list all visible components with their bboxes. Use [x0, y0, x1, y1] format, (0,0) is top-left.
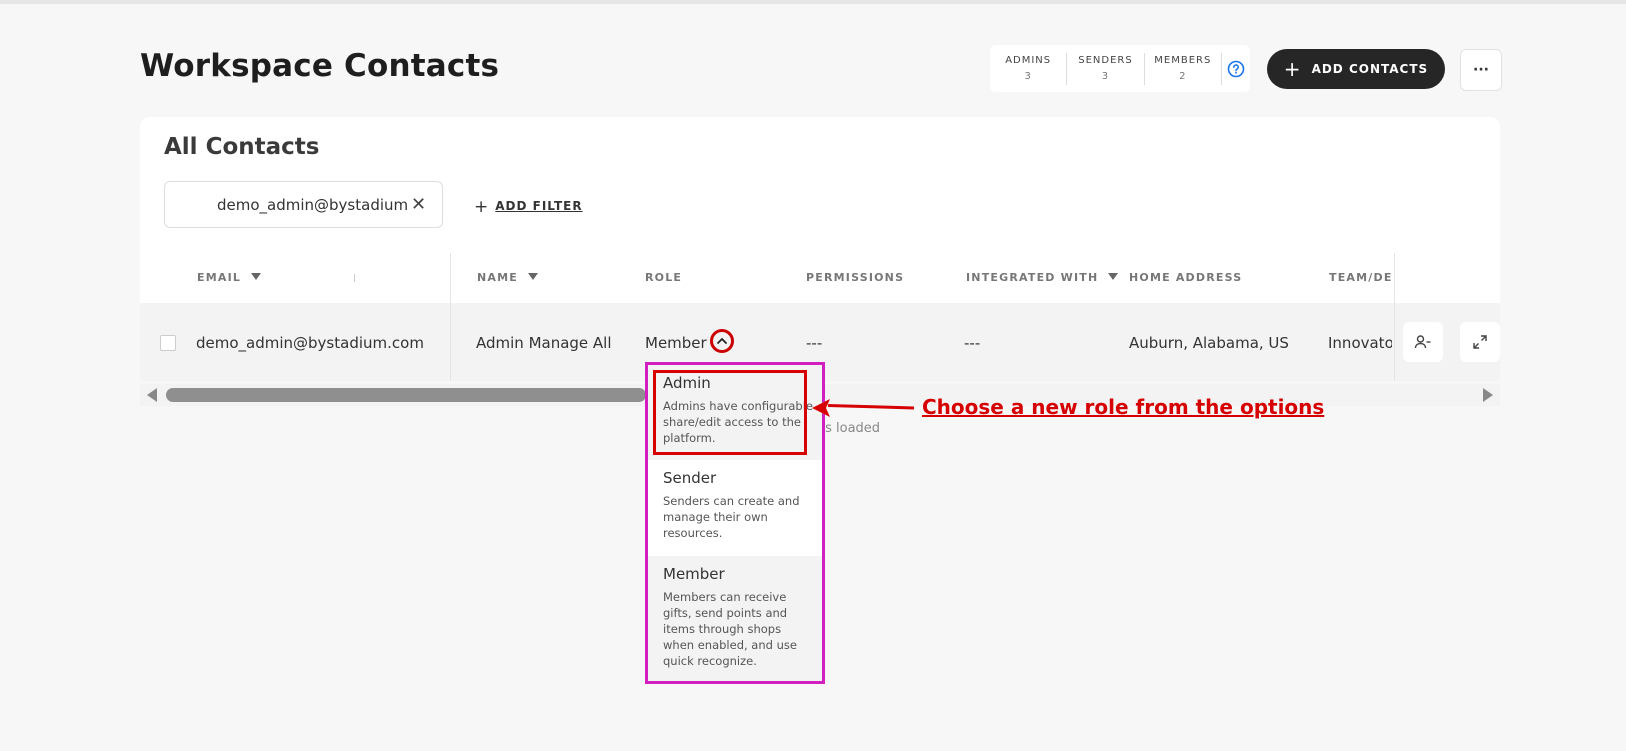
more-icon: ···	[1473, 62, 1489, 78]
column-header-integrated-with[interactable]: INTEGRATED WITH	[966, 271, 1119, 284]
members-count-value: 2	[1179, 70, 1187, 82]
senders-count-value: 3	[1101, 70, 1110, 82]
column-header-email[interactable]: EMAIL	[197, 271, 262, 284]
plus-icon: +	[474, 197, 490, 217]
row-checkbox[interactable]	[160, 335, 176, 351]
column-header-role[interactable]: ROLE	[645, 271, 682, 284]
column-header-integrated-label: INTEGRATED WITH	[966, 271, 1099, 284]
sort-down-icon[interactable]	[527, 273, 538, 280]
admins-count: ADMINS 3	[990, 52, 1068, 85]
help-icon[interactable]	[1222, 60, 1250, 78]
column-resize-handle[interactable]	[354, 274, 355, 282]
scrollbar-thumb[interactable]	[166, 388, 646, 402]
expand-row-button[interactable]	[1460, 322, 1500, 362]
senders-count: SENDERS 3	[1067, 52, 1145, 85]
team-cell: Innovato	[1328, 334, 1392, 352]
column-header-name[interactable]: NAME	[477, 271, 538, 284]
plus-icon: +	[1283, 57, 1302, 81]
user-minus-icon	[1414, 335, 1431, 349]
members-count: MEMBERS 2	[1145, 52, 1222, 85]
home-address-cell: Auburn, Alabama, US	[1129, 334, 1289, 352]
column-divider	[450, 253, 451, 381]
integrated-with-cell: ---	[964, 334, 981, 352]
role-option-member-description: Members can receive gifts, send points a…	[663, 590, 797, 668]
scroll-right-arrow-icon[interactable]	[1483, 388, 1493, 402]
close-icon[interactable]: ✕	[411, 194, 426, 215]
email-filter-chip[interactable]: demo_admin@bystadium ✕	[164, 181, 443, 228]
add-filter-label: ADD FILTER	[495, 199, 583, 213]
role-option-sender[interactable]: Sender Senders can create and manage the…	[648, 460, 822, 556]
role-cell: Member	[645, 334, 707, 352]
filter-value: demo_admin@bystadium	[217, 196, 409, 214]
column-divider	[1394, 253, 1395, 381]
role-option-member[interactable]: Member Members can receive gifts, send p…	[648, 556, 822, 681]
admins-count-value: 3	[1024, 70, 1032, 82]
annotation-text: Choose a new role from the options	[922, 395, 1325, 419]
permissions-cell: ---	[806, 334, 823, 352]
card-title: All Contacts	[164, 134, 320, 160]
column-header-home-address[interactable]: HOME ADDRESS	[1129, 271, 1242, 284]
role-counts-panel: ADMINS 3 SENDERS 3 MEMBERS 2	[990, 45, 1250, 92]
page-title: Workspace Contacts	[140, 48, 500, 84]
sort-down-icon[interactable]	[1108, 273, 1119, 280]
sort-down-icon[interactable]	[251, 273, 262, 280]
results-loaded-text: ts loaded	[820, 421, 881, 436]
chevron-up-icon	[717, 337, 727, 344]
admins-count-label: ADMINS	[1005, 54, 1052, 66]
role-option-sender-description: Senders can create and manage their own …	[663, 494, 800, 540]
add-contacts-button[interactable]: + ADD CONTACTS	[1267, 49, 1445, 89]
name-cell: Admin Manage All	[476, 334, 612, 352]
column-header-name-label: NAME	[477, 271, 518, 284]
role-option-sender-title: Sender	[663, 469, 717, 487]
add-filter-button[interactable]: + ADD FILTER	[474, 197, 583, 217]
role-dropdown-toggle[interactable]	[710, 329, 734, 353]
admin-highlight-box	[653, 370, 807, 455]
column-header-team[interactable]: TEAM/DE	[1329, 271, 1392, 284]
scroll-left-arrow-icon[interactable]	[147, 388, 157, 402]
senders-count-label: SENDERS	[1078, 54, 1133, 66]
column-header-permissions[interactable]: PERMISSIONS	[806, 271, 904, 284]
annotation-arrow-icon	[812, 399, 915, 417]
more-options-button[interactable]: ···	[1460, 49, 1502, 91]
email-cell: demo_admin@bystadium.com	[196, 334, 424, 352]
add-contacts-label: ADD CONTACTS	[1311, 62, 1429, 76]
remove-user-button[interactable]	[1403, 322, 1443, 362]
expand-icon	[1473, 335, 1487, 349]
column-header-email-label: EMAIL	[197, 271, 242, 284]
members-count-label: MEMBERS	[1154, 54, 1212, 66]
top-divider	[0, 0, 1626, 4]
role-option-member-title: Member	[663, 565, 725, 583]
